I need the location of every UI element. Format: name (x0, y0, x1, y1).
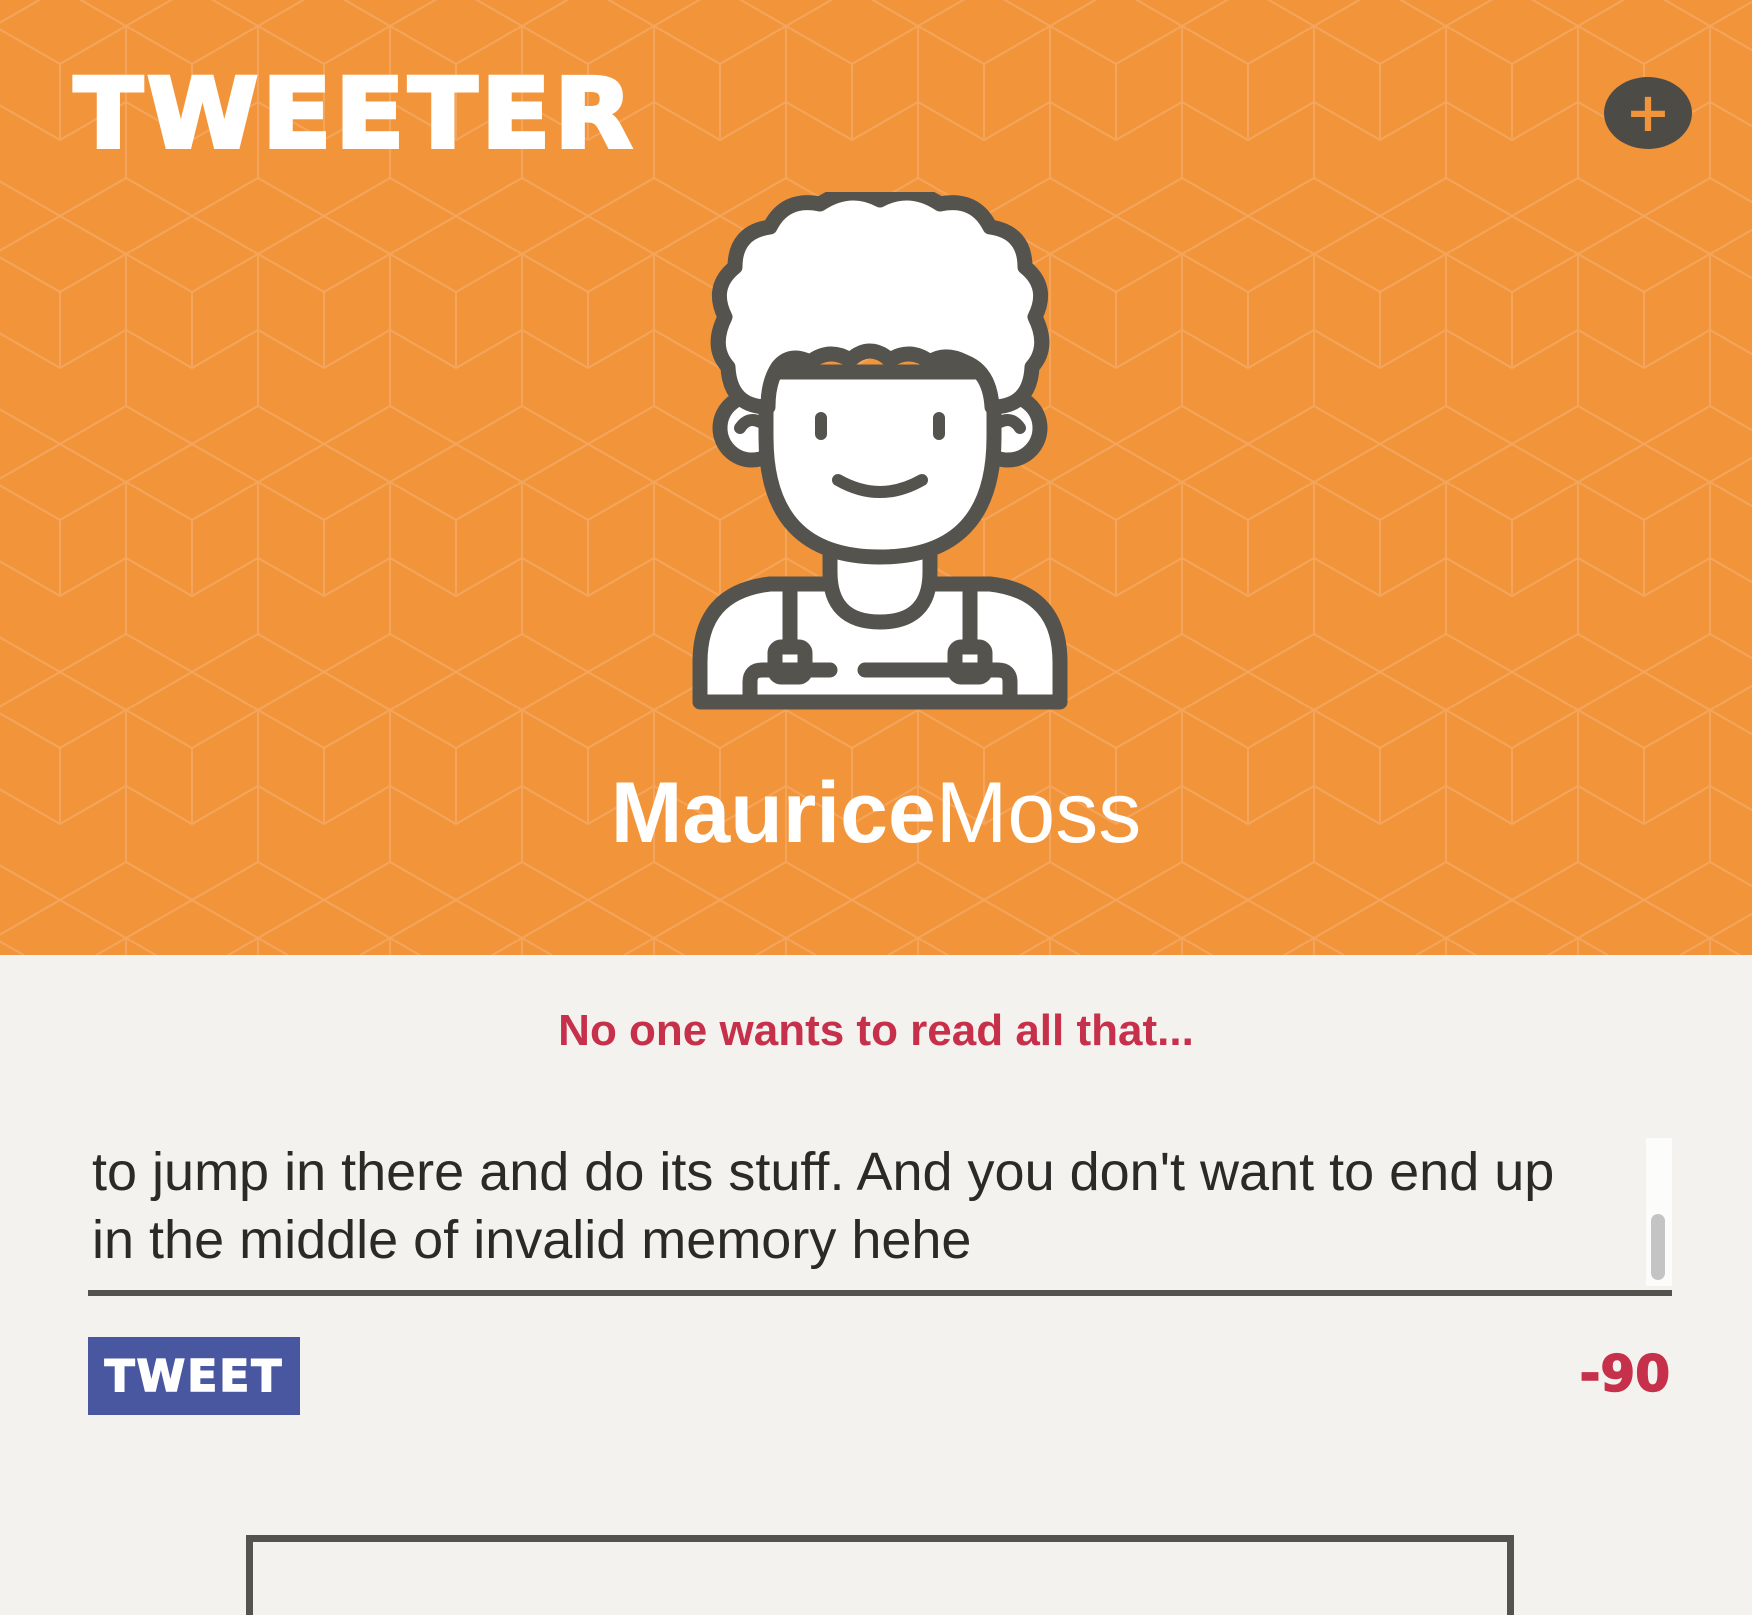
profile-name: MauriceMoss (0, 770, 1752, 856)
tweet-card (246, 1535, 1514, 1615)
profile-last-name: Moss (935, 765, 1142, 861)
tweet-button[interactable]: TWEET (88, 1337, 300, 1415)
scrollbar-thumb[interactable] (1651, 1214, 1665, 1280)
curly-hair-person-icon (692, 192, 1068, 710)
tweet-input-text[interactable]: to jump in there and do its stuff. And y… (92, 1138, 1622, 1274)
character-counter: -90 (1579, 1344, 1671, 1404)
tweet-input[interactable]: to jump in there and do its stuff. And y… (88, 1138, 1672, 1296)
plus-icon: + (1625, 81, 1671, 144)
tweet-input-scrollbar[interactable] (1646, 1138, 1672, 1286)
profile-header: TWEETER + MauriceMoss (0, 0, 1752, 955)
profile-first-name: Maurice (610, 765, 936, 861)
app-logo[interactable]: TWEETER (72, 64, 636, 164)
add-button[interactable]: + (1604, 77, 1692, 149)
length-warning: No one wants to read all that... (558, 1006, 1194, 1055)
